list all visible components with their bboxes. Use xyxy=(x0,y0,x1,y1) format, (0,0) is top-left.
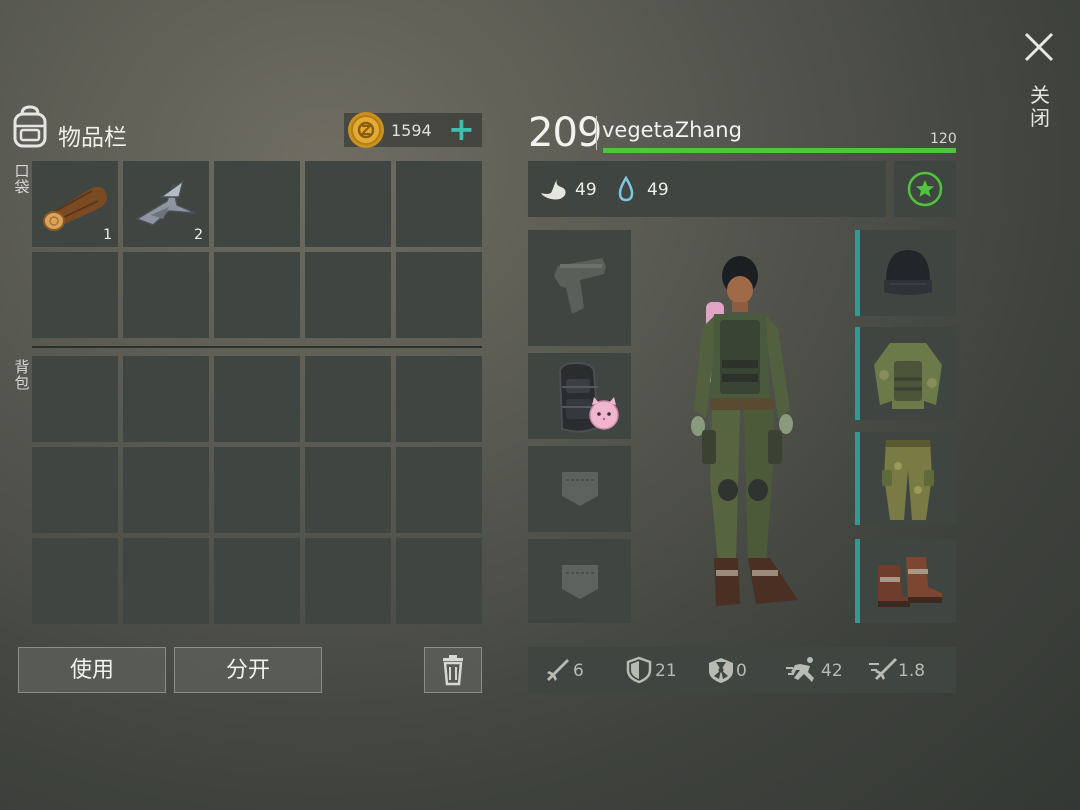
metal-scrap-icon xyxy=(135,179,196,226)
close-icon[interactable] xyxy=(1022,30,1056,64)
pocket-grid: 1 2 xyxy=(32,161,482,338)
backpack-slot-equipped[interactable] xyxy=(528,353,631,439)
backpack-slot[interactable] xyxy=(214,447,300,533)
backpack-slot[interactable] xyxy=(32,356,118,442)
favorites-button[interactable] xyxy=(894,161,956,217)
pocket-slot-metal[interactable]: 2 xyxy=(123,161,209,247)
attack-value: 6 xyxy=(573,661,584,681)
crafting-speed-icon xyxy=(869,658,897,680)
boots-icon xyxy=(878,557,942,607)
pocket-equip-slot[interactable] xyxy=(528,539,631,623)
pocket-slot[interactable] xyxy=(123,252,209,338)
character-model xyxy=(691,256,798,606)
speed-icon xyxy=(786,657,814,682)
player-level: 209 xyxy=(528,110,602,156)
backpack-slot[interactable] xyxy=(396,447,482,533)
pants-icon xyxy=(882,440,934,520)
backpack-slot[interactable] xyxy=(396,538,482,624)
use-button[interactable]: 使用 xyxy=(18,647,166,693)
backpack-slot[interactable] xyxy=(305,447,391,533)
radiation-icon xyxy=(709,658,733,683)
trash-button[interactable] xyxy=(424,647,482,693)
star-icon xyxy=(907,171,943,207)
pocket-slot-log[interactable]: 1 xyxy=(32,161,118,247)
armor-icon xyxy=(626,656,652,684)
backpack-slot[interactable] xyxy=(305,356,391,442)
radiation-value: 0 xyxy=(736,661,747,681)
pocket-label: 口袋 xyxy=(14,162,30,196)
pocket-icon xyxy=(562,565,598,599)
pocket-slot[interactable] xyxy=(32,252,118,338)
pocket-slot[interactable] xyxy=(214,161,300,247)
tactical-backpack-icon xyxy=(558,361,619,433)
backpack-slot[interactable] xyxy=(214,538,300,624)
backpack-slot[interactable] xyxy=(32,538,118,624)
head-slot[interactable] xyxy=(860,230,956,316)
item-quantity: 1 xyxy=(103,227,112,243)
coin-icon xyxy=(348,112,384,148)
backpack-slot[interactable] xyxy=(214,356,300,442)
backpack-slot[interactable] xyxy=(32,447,118,533)
pistol-icon xyxy=(554,258,606,314)
section-divider xyxy=(32,346,482,348)
speed-value: 42 xyxy=(821,661,843,681)
pocket-slot[interactable] xyxy=(214,252,300,338)
trash-icon xyxy=(443,655,463,686)
feet-slot[interactable] xyxy=(860,539,956,623)
jacket-icon xyxy=(874,343,942,409)
backpack-slot[interactable] xyxy=(123,538,209,624)
coin-count: 1594 xyxy=(391,121,432,140)
body-slot[interactable] xyxy=(860,327,956,420)
thirst-value: 49 xyxy=(647,180,669,200)
beanie-icon xyxy=(884,250,932,295)
backpack-label: 背包 xyxy=(14,358,30,392)
pocket-equip-slot[interactable] xyxy=(528,446,631,532)
inventory-title: 物品栏 xyxy=(58,125,127,151)
pocket-slot[interactable] xyxy=(305,161,391,247)
weapon-slot[interactable] xyxy=(528,230,631,346)
backpack-slot[interactable] xyxy=(396,356,482,442)
hp-bar-fill xyxy=(603,148,956,153)
backpack-grid xyxy=(32,356,482,624)
attack-icon xyxy=(547,659,569,681)
pocket-slot[interactable] xyxy=(396,252,482,338)
backpack-slot[interactable] xyxy=(305,538,391,624)
hunger-value: 49 xyxy=(575,180,597,200)
backpack-icon xyxy=(13,105,47,148)
split-button[interactable]: 分开 xyxy=(174,647,322,693)
armor-value: 21 xyxy=(655,661,677,681)
water-drop-icon xyxy=(618,176,634,202)
name-separator xyxy=(596,116,597,150)
legs-slot[interactable] xyxy=(860,432,956,525)
log-icon xyxy=(43,186,107,231)
add-coins-button[interactable]: + xyxy=(448,113,475,145)
pocket-icon xyxy=(562,472,598,506)
hp-max: 120 xyxy=(930,131,957,147)
stomach-icon xyxy=(541,179,566,200)
pocket-slot[interactable] xyxy=(396,161,482,247)
crafting-value: 1.8 xyxy=(898,661,926,681)
player-name: vegetaZhang xyxy=(602,118,742,142)
close-label[interactable]: 关闭 xyxy=(1030,84,1050,130)
backpack-slot[interactable] xyxy=(123,356,209,442)
backpack-slot[interactable] xyxy=(123,447,209,533)
pocket-slot[interactable] xyxy=(305,252,391,338)
item-quantity: 2 xyxy=(194,227,203,243)
